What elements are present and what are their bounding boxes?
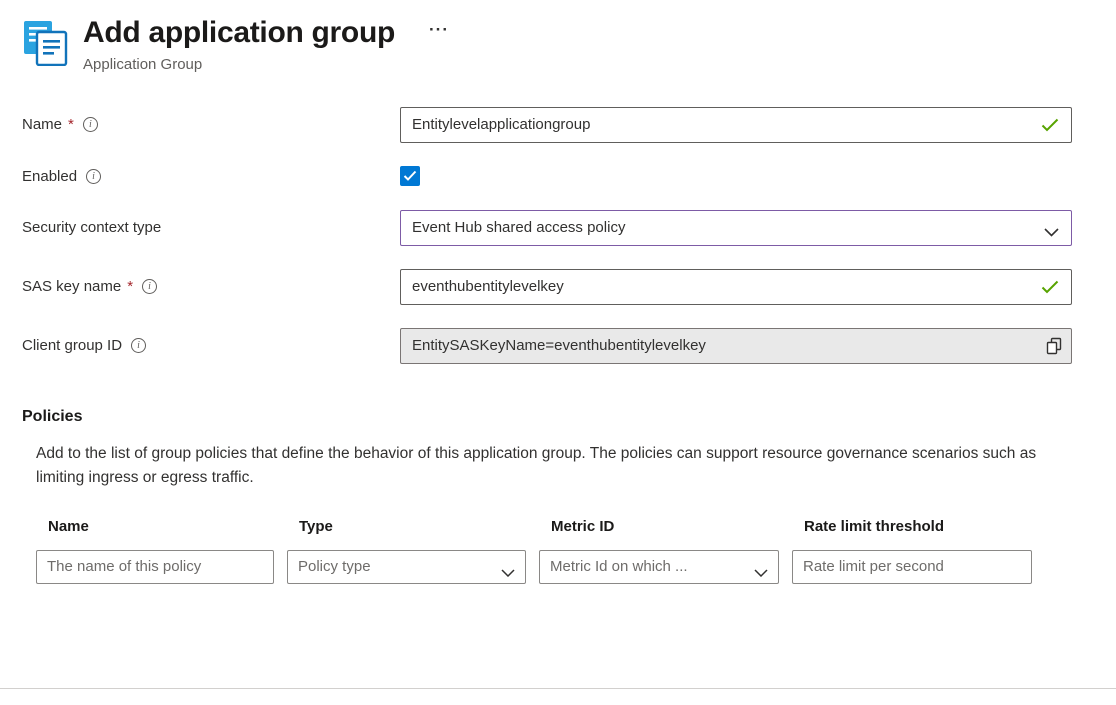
column-header-metric-id: Metric ID (539, 518, 779, 535)
security-context-type-label-text: Security context type (22, 219, 161, 236)
policy-rate-limit-input[interactable] (792, 550, 1032, 584)
copy-icon (1046, 337, 1062, 355)
sas-key-name-row: SAS key name * i (22, 269, 1072, 305)
security-context-type-value: Event Hub shared access policy (412, 219, 625, 236)
policy-name-input[interactable] (36, 550, 274, 584)
policies-table: Name Type Metric ID Rate limit threshold… (36, 518, 1072, 584)
page-subtitle: Application Group (83, 56, 453, 73)
column-header-type: Type (287, 518, 526, 535)
policies-heading: Policies (22, 408, 1072, 426)
sas-key-name-label-text: SAS key name (22, 278, 121, 295)
name-input[interactable] (400, 107, 1072, 143)
policy-metric-id-dropdown[interactable]: Metric Id on which ... (539, 550, 779, 584)
chevron-down-icon (1044, 224, 1059, 241)
title-block: Add application group ··· Application Gr… (83, 16, 453, 73)
add-application-group-panel: Add application group ··· Application Gr… (0, 0, 1116, 705)
policy-type-placeholder: Policy type (298, 558, 371, 575)
security-context-type-dropdown[interactable]: Event Hub shared access policy (400, 210, 1072, 246)
client-group-id-control: EntitySASKeyName=eventhubentitylevelkey (400, 328, 1072, 364)
required-asterisk: * (127, 278, 133, 295)
chevron-down-icon (754, 564, 768, 581)
client-group-id-label-text: Client group ID (22, 337, 122, 354)
info-icon[interactable]: i (86, 169, 101, 184)
application-group-form: Name * i Enabled i (22, 107, 1072, 364)
policy-metric-id-placeholder: Metric Id on which ... (550, 558, 688, 575)
info-icon[interactable]: i (142, 279, 157, 294)
more-menu-button[interactable]: ··· (425, 18, 453, 42)
sas-key-name-label: SAS key name * i (22, 278, 400, 295)
security-context-type-control: Event Hub shared access policy (400, 210, 1072, 246)
policies-section: Policies Add to the list of group polici… (22, 408, 1072, 584)
info-icon[interactable]: i (83, 117, 98, 132)
required-asterisk: * (68, 116, 74, 133)
security-context-type-row: Security context type Event Hub shared a… (22, 210, 1072, 246)
column-header-name: Name (36, 518, 274, 535)
column-header-rate-limit-threshold: Rate limit threshold (792, 518, 1032, 535)
enabled-label-text: Enabled (22, 168, 77, 185)
name-label: Name * i (22, 116, 400, 133)
chevron-down-icon (501, 564, 515, 581)
checkbox-check-icon (403, 170, 417, 182)
client-group-id-label: Client group ID i (22, 337, 400, 354)
security-context-type-label: Security context type (22, 219, 400, 236)
enabled-label: Enabled i (22, 168, 400, 185)
policy-type-dropdown[interactable]: Policy type (287, 550, 526, 584)
client-group-id-row: Client group ID i EntitySASKeyName=event… (22, 328, 1072, 364)
enabled-control (400, 166, 1072, 187)
info-icon[interactable]: i (131, 338, 146, 353)
panel-header: Add application group ··· Application Gr… (22, 16, 1072, 73)
policy-new-row: Policy type Metric Id on which ... (36, 550, 1072, 584)
application-group-icon (22, 20, 68, 71)
client-group-id-value: EntitySASKeyName=eventhubentitylevelkey (400, 328, 1072, 364)
bottom-divider (0, 688, 1116, 689)
enabled-checkbox[interactable] (400, 166, 420, 186)
policies-table-header: Name Type Metric ID Rate limit threshold (36, 518, 1072, 535)
sas-key-name-input[interactable] (400, 269, 1072, 305)
page-title: Add application group (83, 16, 395, 51)
sas-key-name-control (400, 269, 1072, 305)
name-label-text: Name (22, 116, 62, 133)
copy-button[interactable] (1037, 329, 1071, 363)
enabled-row: Enabled i (22, 166, 1072, 187)
policies-description: Add to the list of group policies that d… (36, 442, 1041, 490)
name-control (400, 107, 1072, 143)
name-row: Name * i (22, 107, 1072, 143)
